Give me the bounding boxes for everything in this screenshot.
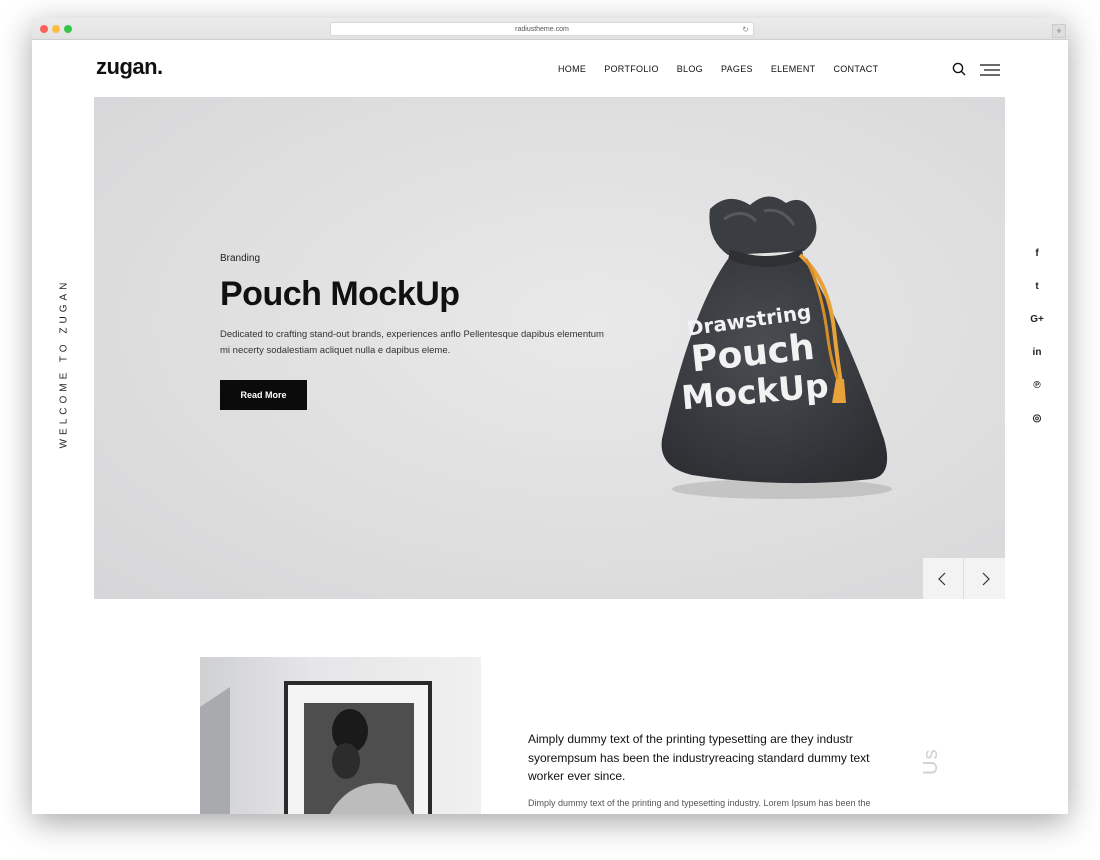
hero-title: Pouch MockUp: [220, 275, 460, 313]
chevron-left-icon: [938, 572, 946, 585]
about-photo: [200, 657, 481, 814]
new-tab-button[interactable]: +: [1052, 24, 1066, 38]
hero-description: Dedicated to crafting stand-out brands, …: [220, 329, 604, 356]
pinterest-icon[interactable]: ℗: [1030, 380, 1044, 395]
read-more-button[interactable]: Read More: [220, 380, 307, 410]
address-bar[interactable]: radiustheme.com ↻: [330, 22, 754, 36]
instagram-icon[interactable]: ◎: [1030, 413, 1044, 428]
search-icon[interactable]: [952, 62, 966, 76]
about-side-label: Us: [920, 748, 942, 775]
close-window-button[interactable]: [40, 25, 48, 33]
nav-portfolio[interactable]: PORTFOLIO: [604, 64, 659, 74]
minimize-window-button[interactable]: [52, 25, 60, 33]
browser-toolbar: radiustheme.com ↻ +: [32, 18, 1068, 40]
main-nav: HOME PORTFOLIO BLOG PAGES ELEMENT CONTAC…: [558, 64, 878, 74]
address-bar-url: radiustheme.com: [515, 26, 569, 33]
slider-prev-button[interactable]: [923, 558, 964, 599]
chevron-right-icon: [982, 572, 990, 585]
about-lead-text: Aimply dummy text of the printing typese…: [528, 732, 870, 783]
hero-slider: Branding Pouch MockUp Dedicated to craft…: [94, 97, 1005, 599]
nav-home[interactable]: HOME: [558, 64, 586, 74]
site-logo[interactable]: zugan.: [96, 54, 163, 80]
hamburger-menu-icon[interactable]: [980, 64, 1000, 76]
linkedin-icon[interactable]: in: [1030, 347, 1044, 362]
slider-next-button[interactable]: [964, 558, 1005, 599]
nav-blog[interactable]: BLOG: [677, 64, 703, 74]
maximize-window-button[interactable]: [64, 25, 72, 33]
nav-contact[interactable]: CONTACT: [833, 64, 878, 74]
hero-category[interactable]: Branding: [220, 253, 260, 264]
welcome-vertical-label: WELCOME TO ZUGAN: [58, 278, 70, 449]
framed-portrait-image: [200, 681, 432, 814]
pouch-image: Drawstring Pouch MockUp: [661, 196, 892, 499]
social-links: f t G+ in ℗ ◎: [1030, 248, 1044, 428]
about-body-text: Dimply dummy text of the printing and ty…: [528, 798, 871, 808]
reload-icon[interactable]: ↻: [742, 23, 749, 37]
facebook-icon[interactable]: f: [1030, 248, 1044, 263]
browser-window: radiustheme.com ↻ + zugan. HOME PORTFOLI…: [32, 18, 1068, 814]
nav-element[interactable]: ELEMENT: [771, 64, 816, 74]
nav-pages[interactable]: PAGES: [721, 64, 753, 74]
google-plus-icon[interactable]: G+: [1030, 314, 1044, 329]
twitter-icon[interactable]: t: [1030, 281, 1044, 296]
